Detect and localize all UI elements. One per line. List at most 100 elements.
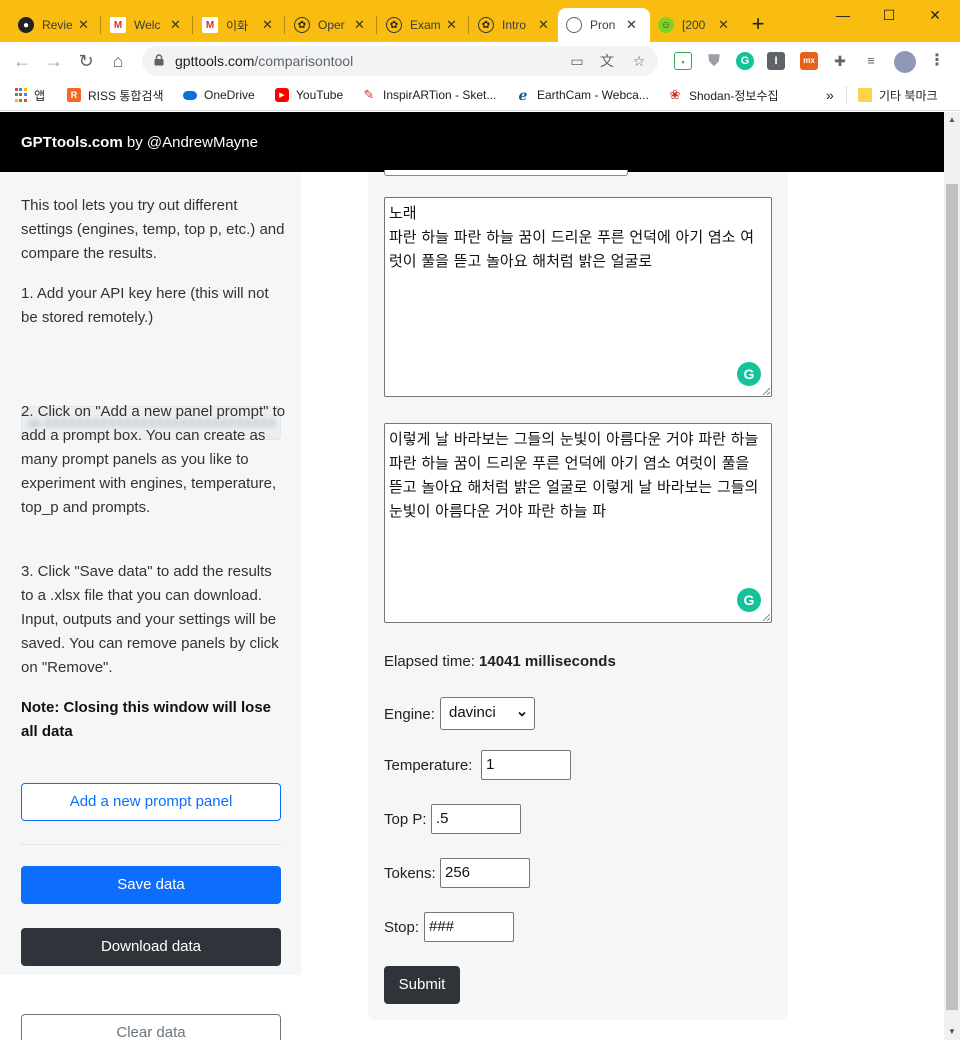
close-icon[interactable]: ✕ bbox=[538, 17, 549, 33]
bookmark-youtube[interactable]: ▶ YouTube bbox=[275, 86, 343, 104]
globe-icon bbox=[566, 17, 582, 33]
bookmark-label: 앱 bbox=[34, 88, 46, 103]
reload-icon[interactable]: ↻ bbox=[74, 49, 98, 73]
bookmark-earthcam[interactable]: ℯ EarthCam - Webca... bbox=[516, 86, 649, 104]
window-close-icon[interactable]: ✕ bbox=[912, 4, 958, 26]
tab-3[interactable]: ✿ Oper ✕ bbox=[286, 8, 376, 42]
tokens-input[interactable]: 256 bbox=[440, 858, 530, 888]
close-icon[interactable]: ✕ bbox=[170, 17, 181, 33]
tab-separator bbox=[468, 16, 469, 34]
bookmark-other[interactable]: 기타 북마크 bbox=[858, 86, 938, 104]
bookmarks-overflow-icon[interactable]: » bbox=[826, 86, 834, 104]
previous-input-field[interactable] bbox=[384, 170, 628, 176]
step-2-text: 2. Click on "Add a new panel prompt" to … bbox=[21, 403, 286, 516]
minimize-icon[interactable]: — bbox=[820, 4, 866, 26]
tab-7[interactable]: ☺ [200 ✕ bbox=[650, 8, 742, 42]
cast-icon[interactable]: ▭ bbox=[568, 53, 586, 69]
bookmark-riss[interactable]: R RISS 통합검색 bbox=[67, 86, 164, 104]
temperature-input[interactable]: 1 bbox=[481, 750, 571, 780]
add-prompt-panel-button[interactable]: Add a new prompt panel bbox=[21, 783, 281, 821]
grammarly-icon[interactable]: G bbox=[737, 588, 761, 612]
maximize-icon[interactable]: ☐ bbox=[866, 4, 912, 26]
openai-icon: ✿ bbox=[294, 17, 310, 33]
bookmark-shodan[interactable]: ❀ Shodan-정보수집 bbox=[668, 86, 779, 104]
scroll-up-icon[interactable]: ▲ bbox=[944, 112, 960, 128]
bookmark-label: RISS 통합검색 bbox=[88, 88, 164, 103]
close-icon[interactable]: ✕ bbox=[626, 17, 637, 33]
openai-icon: ✿ bbox=[478, 17, 494, 33]
back-icon[interactable]: ← bbox=[10, 49, 34, 73]
tab-6-active[interactable]: Pron ✕ bbox=[558, 8, 650, 42]
top-p-input[interactable]: .5 bbox=[431, 804, 521, 834]
submit-button[interactable]: Submit bbox=[384, 966, 460, 1004]
tab-separator bbox=[192, 16, 193, 34]
save-data-button[interactable]: Save data bbox=[21, 866, 281, 904]
extension-i-icon[interactable]: I bbox=[767, 52, 785, 70]
tab-5[interactable]: ✿ Intro ✕ bbox=[470, 8, 560, 42]
tab-0[interactable]: ● Revie ✕ bbox=[10, 8, 100, 42]
grammarly-icon[interactable]: G bbox=[737, 362, 761, 386]
puzzle-icon[interactable]: ✚ bbox=[831, 52, 849, 70]
earthcam-icon: ℯ bbox=[518, 86, 528, 103]
shodan-icon: ❀ bbox=[669, 87, 681, 102]
bookmark-label: Shodan-정보수집 bbox=[689, 88, 779, 103]
engine-select[interactable]: davinci bbox=[440, 697, 535, 730]
youtube-icon: ▶ bbox=[275, 88, 289, 102]
tab-2[interactable]: M 이화 ✕ bbox=[194, 8, 284, 42]
scroll-down-icon[interactable]: ▼ bbox=[944, 1024, 960, 1040]
elapsed-label: Elapsed time: bbox=[384, 653, 480, 670]
close-icon[interactable]: ✕ bbox=[78, 17, 89, 33]
folder-icon bbox=[858, 88, 872, 102]
elapsed-value: 14041 milliseconds bbox=[479, 653, 616, 670]
media-queue-icon[interactable]: ≡ bbox=[862, 52, 880, 70]
close-icon[interactable]: ✕ bbox=[446, 17, 457, 33]
scroll-thumb[interactable] bbox=[946, 184, 958, 1010]
apps-grid-icon bbox=[14, 88, 27, 102]
tab-1[interactable]: M Welc ✕ bbox=[102, 8, 192, 42]
resize-handle-icon[interactable] bbox=[762, 613, 770, 621]
forward-icon[interactable]: → bbox=[42, 49, 66, 73]
tab-4[interactable]: ✿ Exam ✕ bbox=[378, 8, 468, 42]
download-data-button[interactable]: Download data bbox=[21, 928, 281, 966]
github-icon: ● bbox=[18, 17, 34, 33]
shield-icon[interactable]: ⛊ bbox=[705, 52, 723, 70]
tab-title: Intro bbox=[502, 18, 527, 32]
new-tab-icon[interactable]: + bbox=[746, 12, 770, 36]
step-1-text: 1. Add your API key here (this will not … bbox=[21, 285, 269, 326]
prompt-textarea[interactable]: 노래 파란 하늘 파란 하늘 꿈이 드리운 푸른 언덕에 아기 염소 여럿이 풀… bbox=[384, 197, 772, 397]
close-icon[interactable]: ✕ bbox=[262, 17, 273, 33]
step-3-text: 3. Click "Save data" to add the results … bbox=[21, 563, 279, 676]
bookmark-label: InspirARTion - Sket... bbox=[383, 88, 497, 102]
brand-name: GPTtools.com bbox=[21, 134, 123, 151]
kebab-menu-icon[interactable]: ⋮ bbox=[928, 52, 946, 70]
extension-mx-icon[interactable]: mx bbox=[800, 52, 818, 70]
page-scrollbar[interactable]: ▲ ▼ bbox=[944, 112, 960, 1040]
tab-separator bbox=[376, 16, 377, 34]
engine-label: Engine: bbox=[384, 706, 435, 723]
output-textarea[interactable]: 이렇게 날 바라보는 그들의 눈빛이 아름다운 거야 파란 하늘 파란 하늘 꿈… bbox=[384, 423, 772, 623]
extension-monitor-icon[interactable]: ▪ bbox=[674, 52, 692, 70]
gmail-icon: M bbox=[110, 17, 126, 33]
tab-title: Oper bbox=[318, 18, 345, 32]
temperature-label: Temperature: bbox=[384, 757, 473, 774]
site-navbar: GPTtools.com by @AndrewMayne bbox=[0, 112, 944, 172]
bookmark-inspiration[interactable]: ✎ InspirARTion - Sket... bbox=[362, 86, 497, 104]
tokens-label: Tokens: bbox=[384, 865, 436, 882]
close-icon[interactable]: ✕ bbox=[354, 17, 365, 33]
site-brand[interactable]: GPTtools.com by @AndrewMayne bbox=[21, 134, 258, 151]
resize-handle-icon[interactable] bbox=[762, 387, 770, 395]
address-bar[interactable]: gpttools.com/comparisontool ▭ 文 ☆ bbox=[142, 46, 658, 76]
home-icon[interactable]: ⌂ bbox=[106, 49, 130, 73]
bookmark-apps[interactable]: 앱 bbox=[14, 86, 45, 104]
translate-icon[interactable]: 文 bbox=[598, 53, 616, 69]
bookmark-star-icon[interactable]: ☆ bbox=[630, 53, 648, 69]
bookmark-onedrive[interactable]: OneDrive bbox=[183, 86, 255, 104]
url-text: gpttools.com/comparisontool bbox=[175, 53, 353, 69]
tab-title: [200 bbox=[682, 18, 706, 32]
clear-data-button[interactable]: Clear data bbox=[21, 1014, 281, 1040]
profile-avatar[interactable] bbox=[894, 51, 916, 73]
grammarly-extension-icon[interactable]: G bbox=[736, 52, 754, 70]
top-p-label: Top P: bbox=[384, 811, 427, 828]
close-icon[interactable]: ✕ bbox=[718, 17, 729, 33]
stop-input[interactable]: ### bbox=[424, 912, 514, 942]
